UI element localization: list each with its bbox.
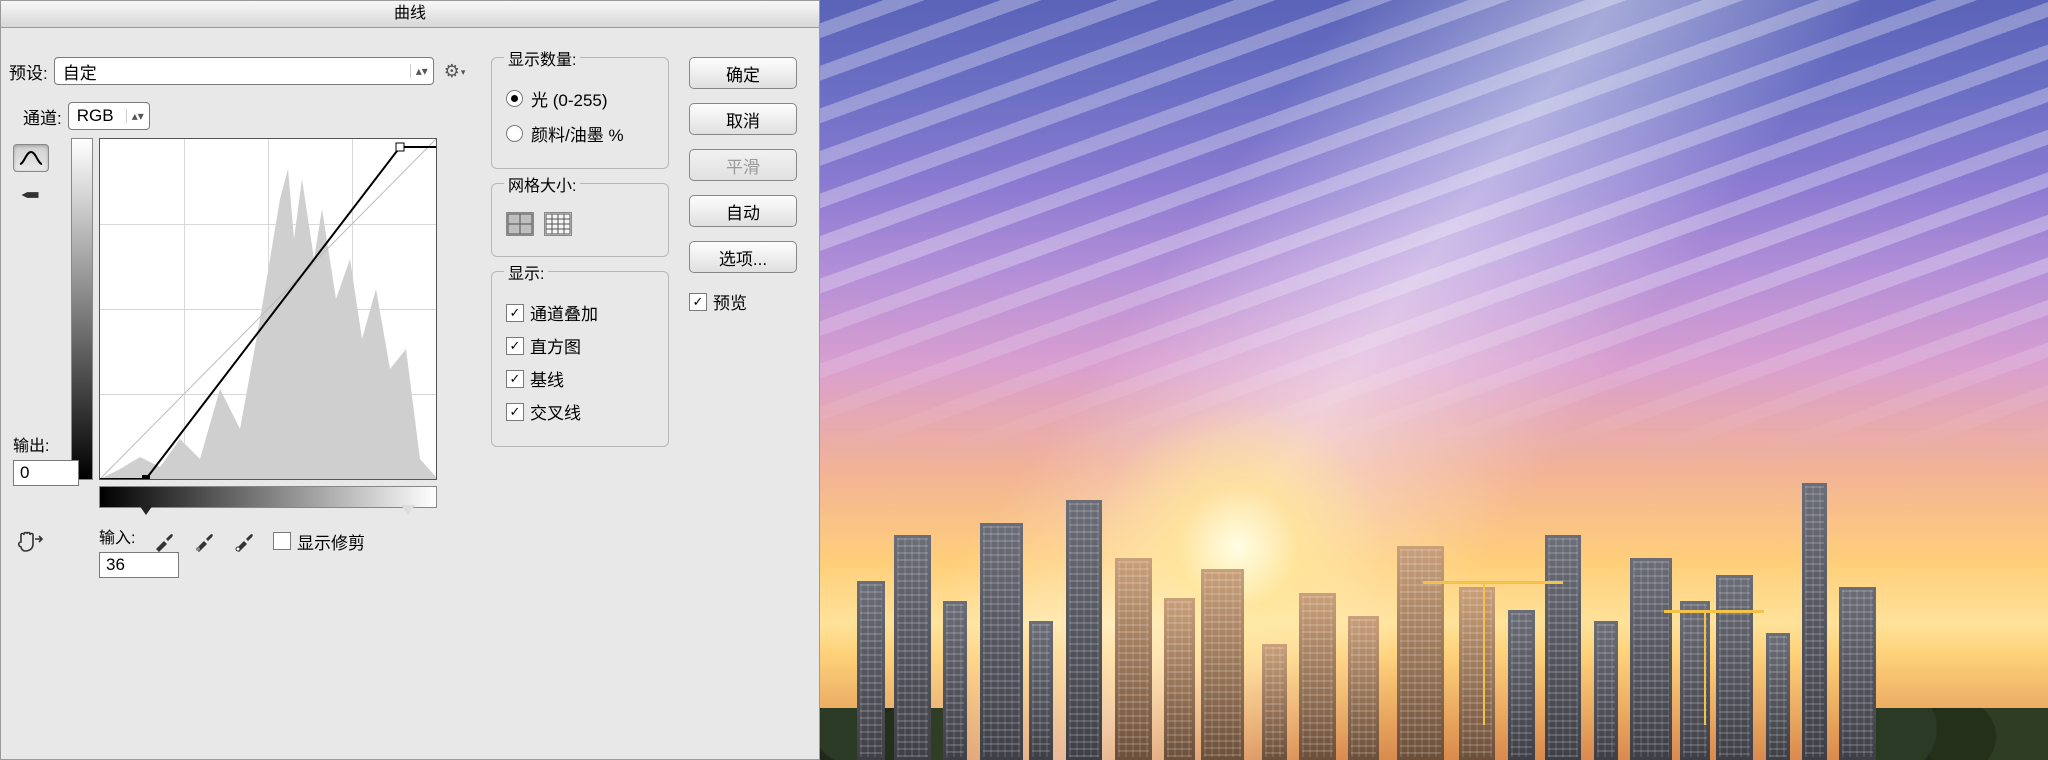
eyedropper-gray-button[interactable] <box>193 530 215 552</box>
eyedropper-white-button[interactable] <box>233 530 255 552</box>
white-point-slider[interactable] <box>401 505 415 515</box>
preset-label: 预设: <box>9 59 48 84</box>
channel-dropdown[interactable]: RGB ▴▾ <box>68 102 150 130</box>
grid-coarse-button[interactable] <box>506 212 534 236</box>
curve-icon <box>19 150 43 166</box>
channel-label: 通道: <box>23 104 62 129</box>
auto-button[interactable]: 自动 <box>689 195 797 227</box>
show-clipping-label: 显示修剪 <box>297 529 365 554</box>
curve-grid[interactable] <box>99 138 437 480</box>
preview-image <box>820 0 2048 760</box>
cloud-streaks <box>820 0 2048 456</box>
smooth-button[interactable]: 平滑 <box>689 149 797 181</box>
dialog-title: 曲线 <box>1 1 819 28</box>
bottom-tool-row: 显示修剪 <box>13 527 365 555</box>
grid-4-icon <box>507 213 533 235</box>
input-field[interactable]: 36 <box>99 552 179 578</box>
preset-dropdown[interactable]: 自定 ▴▾ <box>54 57 434 85</box>
hand-icon <box>15 529 45 553</box>
dropdown-caret-icon: ▾ <box>461 67 466 77</box>
grid-size-legend: 网格大小: <box>504 172 580 196</box>
output-gradient-bar[interactable] <box>71 138 93 480</box>
city-skyline <box>820 471 2048 760</box>
ok-button[interactable]: 确定 <box>689 57 797 89</box>
curve-content <box>100 139 436 479</box>
grid-fine-button[interactable] <box>544 212 572 236</box>
grid-size-group: 网格大小: <box>491 183 669 257</box>
curve-draw-tool[interactable] <box>13 182 47 208</box>
channel-row: 通道: RGB ▴▾ <box>23 102 150 130</box>
curves-dialog: 曲线 预设: 自定 ▴▾ ⚙▾ 通道: RGB ▴▾ <box>0 0 820 760</box>
output-field-group: 输出: 0 <box>13 432 83 486</box>
dialog-actions: 确定 取消 平滑 自动 选项... <box>689 57 797 273</box>
histogram-checkbox[interactable]: ✓直方图 <box>506 333 654 358</box>
curve-tools <box>13 144 49 208</box>
intersection-checkbox[interactable]: ✓交叉线 <box>506 399 654 424</box>
amount-light-radio[interactable]: 光 (0-255) <box>506 86 654 111</box>
options-button[interactable]: 选项... <box>689 241 797 273</box>
black-point-slider[interactable] <box>139 505 153 515</box>
output-field[interactable]: 0 <box>13 460 79 486</box>
output-label: 输出: <box>13 432 83 456</box>
channel-value: RGB <box>69 106 126 126</box>
display-options-legend: 显示: <box>504 260 548 284</box>
preset-gear-button[interactable]: ⚙▾ <box>444 61 465 82</box>
preset-value: 自定 <box>55 59 410 84</box>
curve-point-white[interactable] <box>396 143 404 151</box>
show-clipping-checkbox[interactable]: 显示修剪 <box>273 529 365 554</box>
display-amount-legend: 显示数量: <box>504 46 580 70</box>
curve-point-tool[interactable] <box>13 144 49 172</box>
chevron-up-down-icon: ▴▾ <box>410 64 433 78</box>
preview-label: 预览 <box>713 289 747 314</box>
radio-on-icon <box>506 90 523 107</box>
curve-point-black[interactable] <box>142 475 150 479</box>
amount-pigment-radio[interactable]: 颜料/油墨 % <box>506 121 654 146</box>
dialog-body: 预设: 自定 ▴▾ ⚙▾ 通道: RGB ▴▾ <box>1 27 819 759</box>
display-amount-group: 显示数量: 光 (0-255) 颜料/油墨 % <box>491 57 669 169</box>
preset-row: 预设: 自定 ▴▾ ⚙▾ <box>9 57 464 85</box>
checkbox-on-icon: ✓ <box>506 304 524 322</box>
checkbox-on-icon: ✓ <box>506 337 524 355</box>
in-image-adjust-tool[interactable] <box>13 527 47 555</box>
gear-icon: ⚙ <box>444 61 460 81</box>
baseline-checkbox[interactable]: ✓基线 <box>506 366 654 391</box>
display-options-group: 显示: ✓通道叠加 ✓直方图 ✓基线 ✓交叉线 <box>491 271 669 447</box>
channel-overlay-checkbox[interactable]: ✓通道叠加 <box>506 300 654 325</box>
checkbox-on-icon: ✓ <box>506 403 524 421</box>
checkbox-icon <box>273 532 291 550</box>
grid-16-icon <box>545 213 571 235</box>
radio-off-icon <box>506 125 523 142</box>
cancel-button[interactable]: 取消 <box>689 103 797 135</box>
checkbox-on-icon: ✓ <box>689 293 707 311</box>
checkbox-on-icon: ✓ <box>506 370 524 388</box>
preview-checkbox[interactable]: ✓ 预览 <box>689 289 747 314</box>
eyedropper-black-button[interactable] <box>153 530 175 552</box>
chevron-up-down-icon: ▴▾ <box>126 109 149 123</box>
pencil-icon <box>19 184 42 207</box>
